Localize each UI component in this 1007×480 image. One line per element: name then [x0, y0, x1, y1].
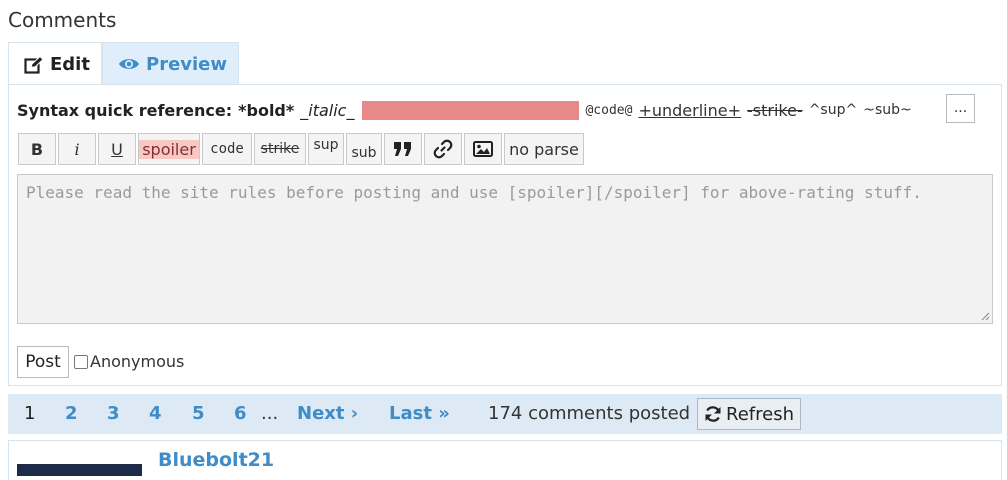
- refresh-icon: [705, 406, 721, 422]
- spoiler-button[interactable]: spoiler: [138, 133, 200, 165]
- bold-button[interactable]: B: [18, 133, 56, 165]
- syntax-ref-code: @code@: [585, 102, 633, 118]
- syntax-ref-bold: *bold*: [238, 100, 295, 120]
- strike-button[interactable]: strike: [254, 133, 306, 165]
- post-button[interactable]: Post: [17, 346, 69, 378]
- page-link-6[interactable]: 6: [234, 394, 247, 434]
- more-syntax-button[interactable]: ...: [946, 94, 975, 123]
- syntax-ref-strike: -strike-: [746, 100, 803, 120]
- edit-icon: [24, 55, 44, 74]
- syntax-ref-italic: _italic_: [300, 100, 355, 120]
- link-button[interactable]: [424, 133, 462, 165]
- sub-button[interactable]: sub: [346, 133, 382, 165]
- refresh-label: Refresh: [726, 403, 794, 425]
- tab-edit[interactable]: Edit: [8, 42, 102, 86]
- syntax-ref-underline: +underline+: [638, 100, 741, 120]
- comment-placeholder: Please read the site rules before postin…: [26, 183, 922, 202]
- refresh-button[interactable]: Refresh: [697, 398, 801, 430]
- anonymous-option[interactable]: Anonymous: [74, 352, 184, 371]
- syntax-ref-label: Syntax quick reference:: [17, 100, 233, 120]
- underline-button[interactable]: U: [98, 133, 136, 165]
- tab-edit-label: Edit: [50, 54, 90, 75]
- eye-icon: [119, 59, 139, 69]
- sup-button[interactable]: sup: [308, 133, 344, 165]
- syntax-ref-spoiler-bar: [362, 100, 580, 120]
- pagination-ellipsis: ...: [261, 403, 279, 424]
- quote-button[interactable]: [384, 133, 422, 165]
- tab-preview-label: Preview: [146, 53, 228, 75]
- italic-button[interactable]: i: [58, 133, 96, 165]
- anonymous-label: Anonymous: [90, 352, 185, 371]
- code-button[interactable]: code: [202, 133, 252, 165]
- comment-count: 174 comments posted: [488, 403, 691, 424]
- comment-textarea[interactable]: Please read the site rules before postin…: [17, 174, 993, 324]
- page-1-current: 1: [24, 403, 36, 424]
- image-icon: [473, 141, 493, 157]
- anonymous-checkbox[interactable]: [74, 354, 88, 369]
- syntax-ref-sup: ^sup^: [808, 102, 858, 118]
- comments-heading: Comments: [8, 8, 117, 32]
- spoiler-button-label: spoiler: [139, 139, 199, 159]
- formatting-toolbar: B i U spoiler code strike sup sub no par…: [18, 133, 586, 165]
- page-link-4[interactable]: 4: [149, 394, 162, 434]
- page-link-3[interactable]: 3: [107, 394, 120, 434]
- quote-icon: [394, 142, 411, 156]
- syntax-quick-reference: Syntax quick reference: *bold* _italic_ …: [17, 97, 912, 123]
- comment-author[interactable]: Bluebolt21: [158, 449, 274, 471]
- page-link-5[interactable]: 5: [192, 394, 205, 434]
- pagination-bar: 1 2 3 4 5 6 ... Next › Last » 174 commen…: [8, 394, 1002, 434]
- page-link-2[interactable]: 2: [65, 394, 78, 434]
- last-page-link[interactable]: Last »: [389, 394, 450, 434]
- resize-handle-icon[interactable]: [980, 311, 990, 321]
- syntax-ref-sub: ~sub~: [863, 102, 912, 118]
- avatar[interactable]: [17, 464, 142, 476]
- next-page-link[interactable]: Next ›: [297, 394, 358, 434]
- link-icon: [433, 139, 453, 159]
- tab-preview[interactable]: Preview: [102, 42, 239, 85]
- no-parse-button[interactable]: no parse: [504, 133, 584, 165]
- image-button[interactable]: [464, 133, 502, 165]
